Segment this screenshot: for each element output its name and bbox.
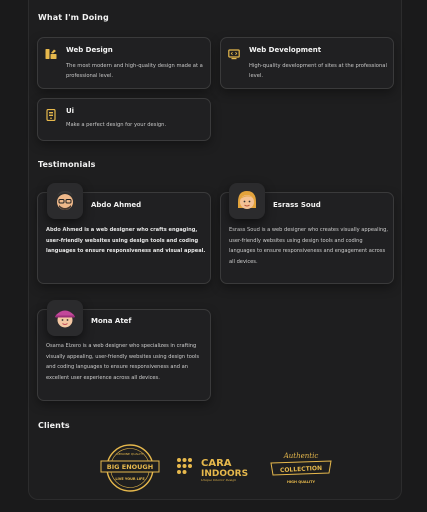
svg-text:GENUINE QUALITY: GENUINE QUALITY [116,452,144,456]
avatar [229,183,265,219]
clients-heading: Clients [38,421,70,430]
code-icon [228,49,240,60]
testimonial-text: Esrass Soud is a web designer who create… [229,227,388,265]
authentic-collection-logo-icon: Authentic COLLECTION HIGH QUALITY [270,452,332,484]
service-card-web-design: Web Design The most modern and high-qual… [37,37,211,89]
testimonial-name: Abdo Ahmed [91,201,142,209]
client-logo-authentic-collection[interactable]: Authentic COLLECTION HIGH QUALITY [269,447,333,489]
service-text: The most modern and high-quality design … [66,63,203,79]
testimonial-text: Osama Elzero is a web designer who speci… [46,343,200,381]
svg-text:LIVE YOUR LIFE: LIVE YOUR LIFE [115,477,145,481]
testimonials-heading: Testimonials [38,160,96,169]
cara-indoors-logo-icon: CARA INDOORS Unique Interior Design [177,458,248,482]
svg-text:COLLECTION: COLLECTION [280,465,322,474]
service-card-web-development: Web Development High-quality development… [220,37,394,89]
avatar [47,183,83,219]
client-logo-cara-indoors[interactable]: CARA INDOORS Unique Interior Design [176,454,256,482]
big-enough-badge-icon: BIG ENOUGH GENUINE QUALITY LIVE YOUR LIF… [100,444,160,492]
service-text: High-quality development of sites at the… [249,63,387,79]
service-text: Make a perfect design for your design. [66,122,167,128]
testimonial-name: Mona Atef [91,317,132,325]
svg-text:CARA: CARA [201,458,232,469]
svg-text:Authentic: Authentic [283,452,319,460]
client-logo-big-enough[interactable]: BIG ENOUGH GENUINE QUALITY LIVE YOUR LIF… [99,443,161,493]
services-heading: What I'm Doing [38,13,109,22]
svg-text:Unique Interior Design: Unique Interior Design [201,478,236,482]
avatar-woman-blonde-icon [238,191,256,209]
main-panel: What I'm Doing Web Design The most moder… [28,0,402,500]
avatar-man-glasses-icon [57,191,73,210]
testimonial-text: Abdo Ahmed is a web designer who crafts … [46,227,206,254]
avatar [47,300,83,336]
svg-text:BIG ENOUGH: BIG ENOUGH [107,463,153,471]
testimonial-name: Esrass Soud [273,201,321,209]
svg-text:HIGH QUALITY: HIGH QUALITY [287,480,316,484]
service-title: Web Design [66,46,113,54]
avatar-woman-cap-icon [55,310,75,328]
service-card-ui: Ui Make a perfect design for your design… [37,98,211,141]
design-icon [45,49,57,59]
service-title: Ui [66,107,75,115]
mobile-icon [46,109,56,121]
service-title: Web Development [249,46,322,54]
